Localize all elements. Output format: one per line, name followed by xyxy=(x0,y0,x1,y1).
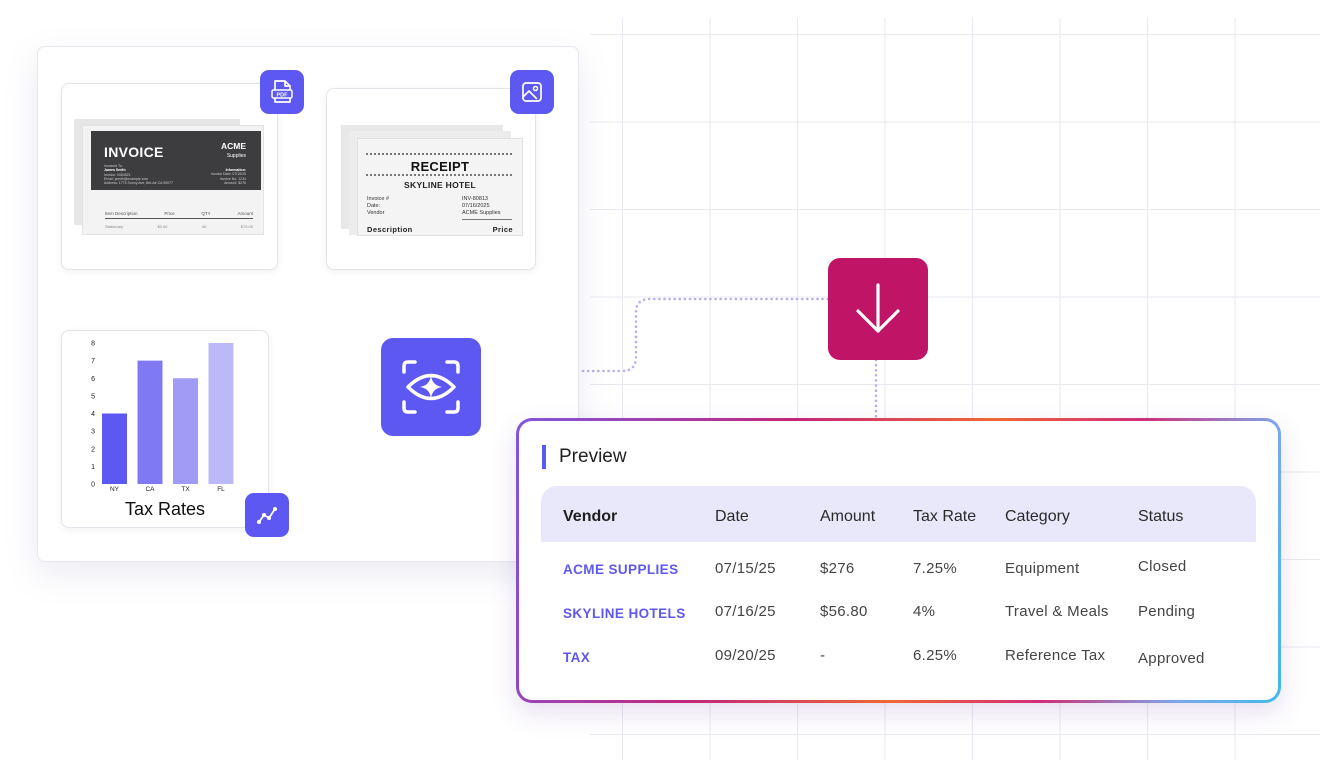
status-cell: Pending xyxy=(1138,603,1196,620)
receipt-title: RECEIPT xyxy=(410,159,470,174)
status-cell: Approved xyxy=(1138,650,1205,667)
pdf-file-icon: PDF xyxy=(271,80,293,103)
amount-cell: - xyxy=(820,647,826,664)
x-tick-label: FL xyxy=(217,486,225,493)
x-tick-label: CA xyxy=(145,486,155,493)
column-header-date[interactable]: Date xyxy=(715,508,749,526)
receipt-col-desc: Description xyxy=(367,225,413,234)
y-tick-label: 7 xyxy=(91,358,95,365)
invoice-brand-name: ACME xyxy=(220,141,246,151)
x-tick-label: TX xyxy=(181,486,190,493)
receipt-subtitle: SKYLINE HOTEL xyxy=(404,180,476,190)
y-tick-label: 4 xyxy=(91,411,95,418)
invoice-row-desc: Stationary xyxy=(105,224,124,229)
preview-card: Preview Vendor Date Amount Tax Rate Cate… xyxy=(516,418,1281,703)
y-tick-label: 1 xyxy=(91,464,95,471)
chart-badge[interactable] xyxy=(245,493,289,537)
preview-title: Preview xyxy=(559,446,627,467)
column-header-amount[interactable]: Amount xyxy=(820,508,875,526)
receipt-dotted-top xyxy=(366,153,512,155)
y-tick-label: 2 xyxy=(91,446,95,453)
date-cell: 07/15/25 xyxy=(715,560,776,577)
invoice-row-amount: $70.00 xyxy=(240,224,253,229)
invoice-info-3: Amount: $276 xyxy=(224,180,246,185)
y-tick-label: 0 xyxy=(91,482,95,489)
trend-line-icon xyxy=(257,507,277,524)
invoice-row-qty: 40 xyxy=(201,224,207,229)
invoice-info: Information: Invoice Date: 07/15/25 Invo… xyxy=(211,168,246,185)
invoice-brand-sub: Supplies xyxy=(226,153,246,159)
receipt-dotted-mid xyxy=(366,174,512,176)
invoice-col-desc: Item Description xyxy=(105,211,138,216)
amount-cell: $56.80 xyxy=(820,603,868,620)
column-header-vendor[interactable]: Vendor xyxy=(563,508,617,526)
column-header-category[interactable]: Category xyxy=(1005,508,1070,526)
receipt-columns: Description Price xyxy=(367,225,513,234)
receipt-row-value: 07/16/2025 xyxy=(462,203,490,209)
y-tick-label: 6 xyxy=(91,376,95,383)
column-header-tax-rate[interactable]: Tax Rate xyxy=(913,508,976,526)
invoice-col-price: Price xyxy=(164,211,175,216)
status-cell: Closed xyxy=(1138,558,1187,575)
invoice-line-3: Address: 1774 Sunny Ave, Bel-Air CA 9007… xyxy=(104,181,174,186)
receipt-divider xyxy=(462,219,512,220)
category-cell: Equipment xyxy=(1005,560,1080,577)
image-badge[interactable] xyxy=(510,70,554,114)
y-tick-label: 8 xyxy=(91,341,95,348)
bar-tx xyxy=(173,378,198,484)
image-icon xyxy=(522,82,542,102)
date-cell: 09/20/25 xyxy=(715,647,776,664)
receipt-row-value: INV-80813 xyxy=(462,196,488,202)
invoice-divider xyxy=(105,218,253,219)
tax-rate-cell: 4% xyxy=(913,603,936,620)
receipt-row-label: Date: xyxy=(367,203,381,209)
invoice-row: Stationary $3.00 40 $70.00 xyxy=(105,224,253,229)
date-cell: 07/16/25 xyxy=(715,603,776,620)
preview-table-header: Vendor Date Amount Tax Rate Category Sta… xyxy=(541,486,1256,542)
bar-ny xyxy=(102,413,127,484)
invoice-thumbnail: INVOICE ACME Supplies Invoiced To: James… xyxy=(82,125,264,235)
y-tick-label: 5 xyxy=(91,393,95,400)
invoice-row-price: $3.00 xyxy=(157,224,168,229)
column-header-status[interactable]: Status xyxy=(1138,508,1183,526)
arrow-down-icon xyxy=(856,283,900,333)
bar-fl xyxy=(208,343,234,484)
invoice-columns: Item Description Price QTY Amount xyxy=(105,211,253,216)
tax-rates-chart: 0 1 2 3 4 5 6 7 8 NY CA TX FL xyxy=(91,341,234,493)
invoice-col-amount: Amount xyxy=(237,211,253,216)
receipt-row-value: ACME Supplies xyxy=(462,210,501,216)
ai-eye-scan-icon xyxy=(402,360,460,414)
tax-rate-cell: 7.25% xyxy=(913,560,958,577)
receipt-row-label: Invoice # xyxy=(367,196,390,202)
invoice-title: INVOICE xyxy=(104,144,164,160)
category-cell: Reference Tax xyxy=(1005,647,1106,664)
preview-card-body: Preview Vendor Date Amount Tax Rate Cate… xyxy=(519,421,1278,700)
amount-cell: $276 xyxy=(820,560,855,577)
receipt-row-label: Vendor xyxy=(367,210,385,216)
receipt-col-price: Price xyxy=(492,225,513,234)
chart-title: Tax Rates xyxy=(124,499,206,519)
vendor-cell[interactable]: SKYLINE HOTELS xyxy=(563,606,686,621)
receipt-thumbnail: RECEIPT SKYLINE HOTEL Invoice # INV-8081… xyxy=(357,138,523,236)
tax-rates-chart-card[interactable]: 0 1 2 3 4 5 6 7 8 NY CA TX FL Tax Rates xyxy=(61,330,269,528)
invoice-brand: ACME Supplies xyxy=(221,142,246,160)
vendor-cell[interactable]: ACME SUPPLIES xyxy=(563,562,678,577)
download-node[interactable] xyxy=(828,258,928,360)
preview-title-accent xyxy=(542,445,546,469)
pdf-badge[interactable]: PDF xyxy=(260,70,304,114)
tax-rate-cell: 6.25% xyxy=(913,647,958,664)
bar-ca xyxy=(137,360,163,484)
invoice-col-qty: QTY xyxy=(201,211,211,216)
ai-analyzer-node[interactable] xyxy=(381,338,481,436)
pdf-badge-text: PDF xyxy=(277,92,289,98)
category-cell: Travel & Meals xyxy=(1005,603,1109,620)
invoice-billed-to: Invoiced To: James Smith Invoice: 008452… xyxy=(104,164,173,185)
vendor-cell[interactable]: TAX xyxy=(563,650,590,665)
x-tick-label: NY xyxy=(110,486,120,493)
y-tick-label: 3 xyxy=(91,429,95,436)
invoice-header-block: INVOICE ACME Supplies Invoiced To: James… xyxy=(91,131,261,190)
